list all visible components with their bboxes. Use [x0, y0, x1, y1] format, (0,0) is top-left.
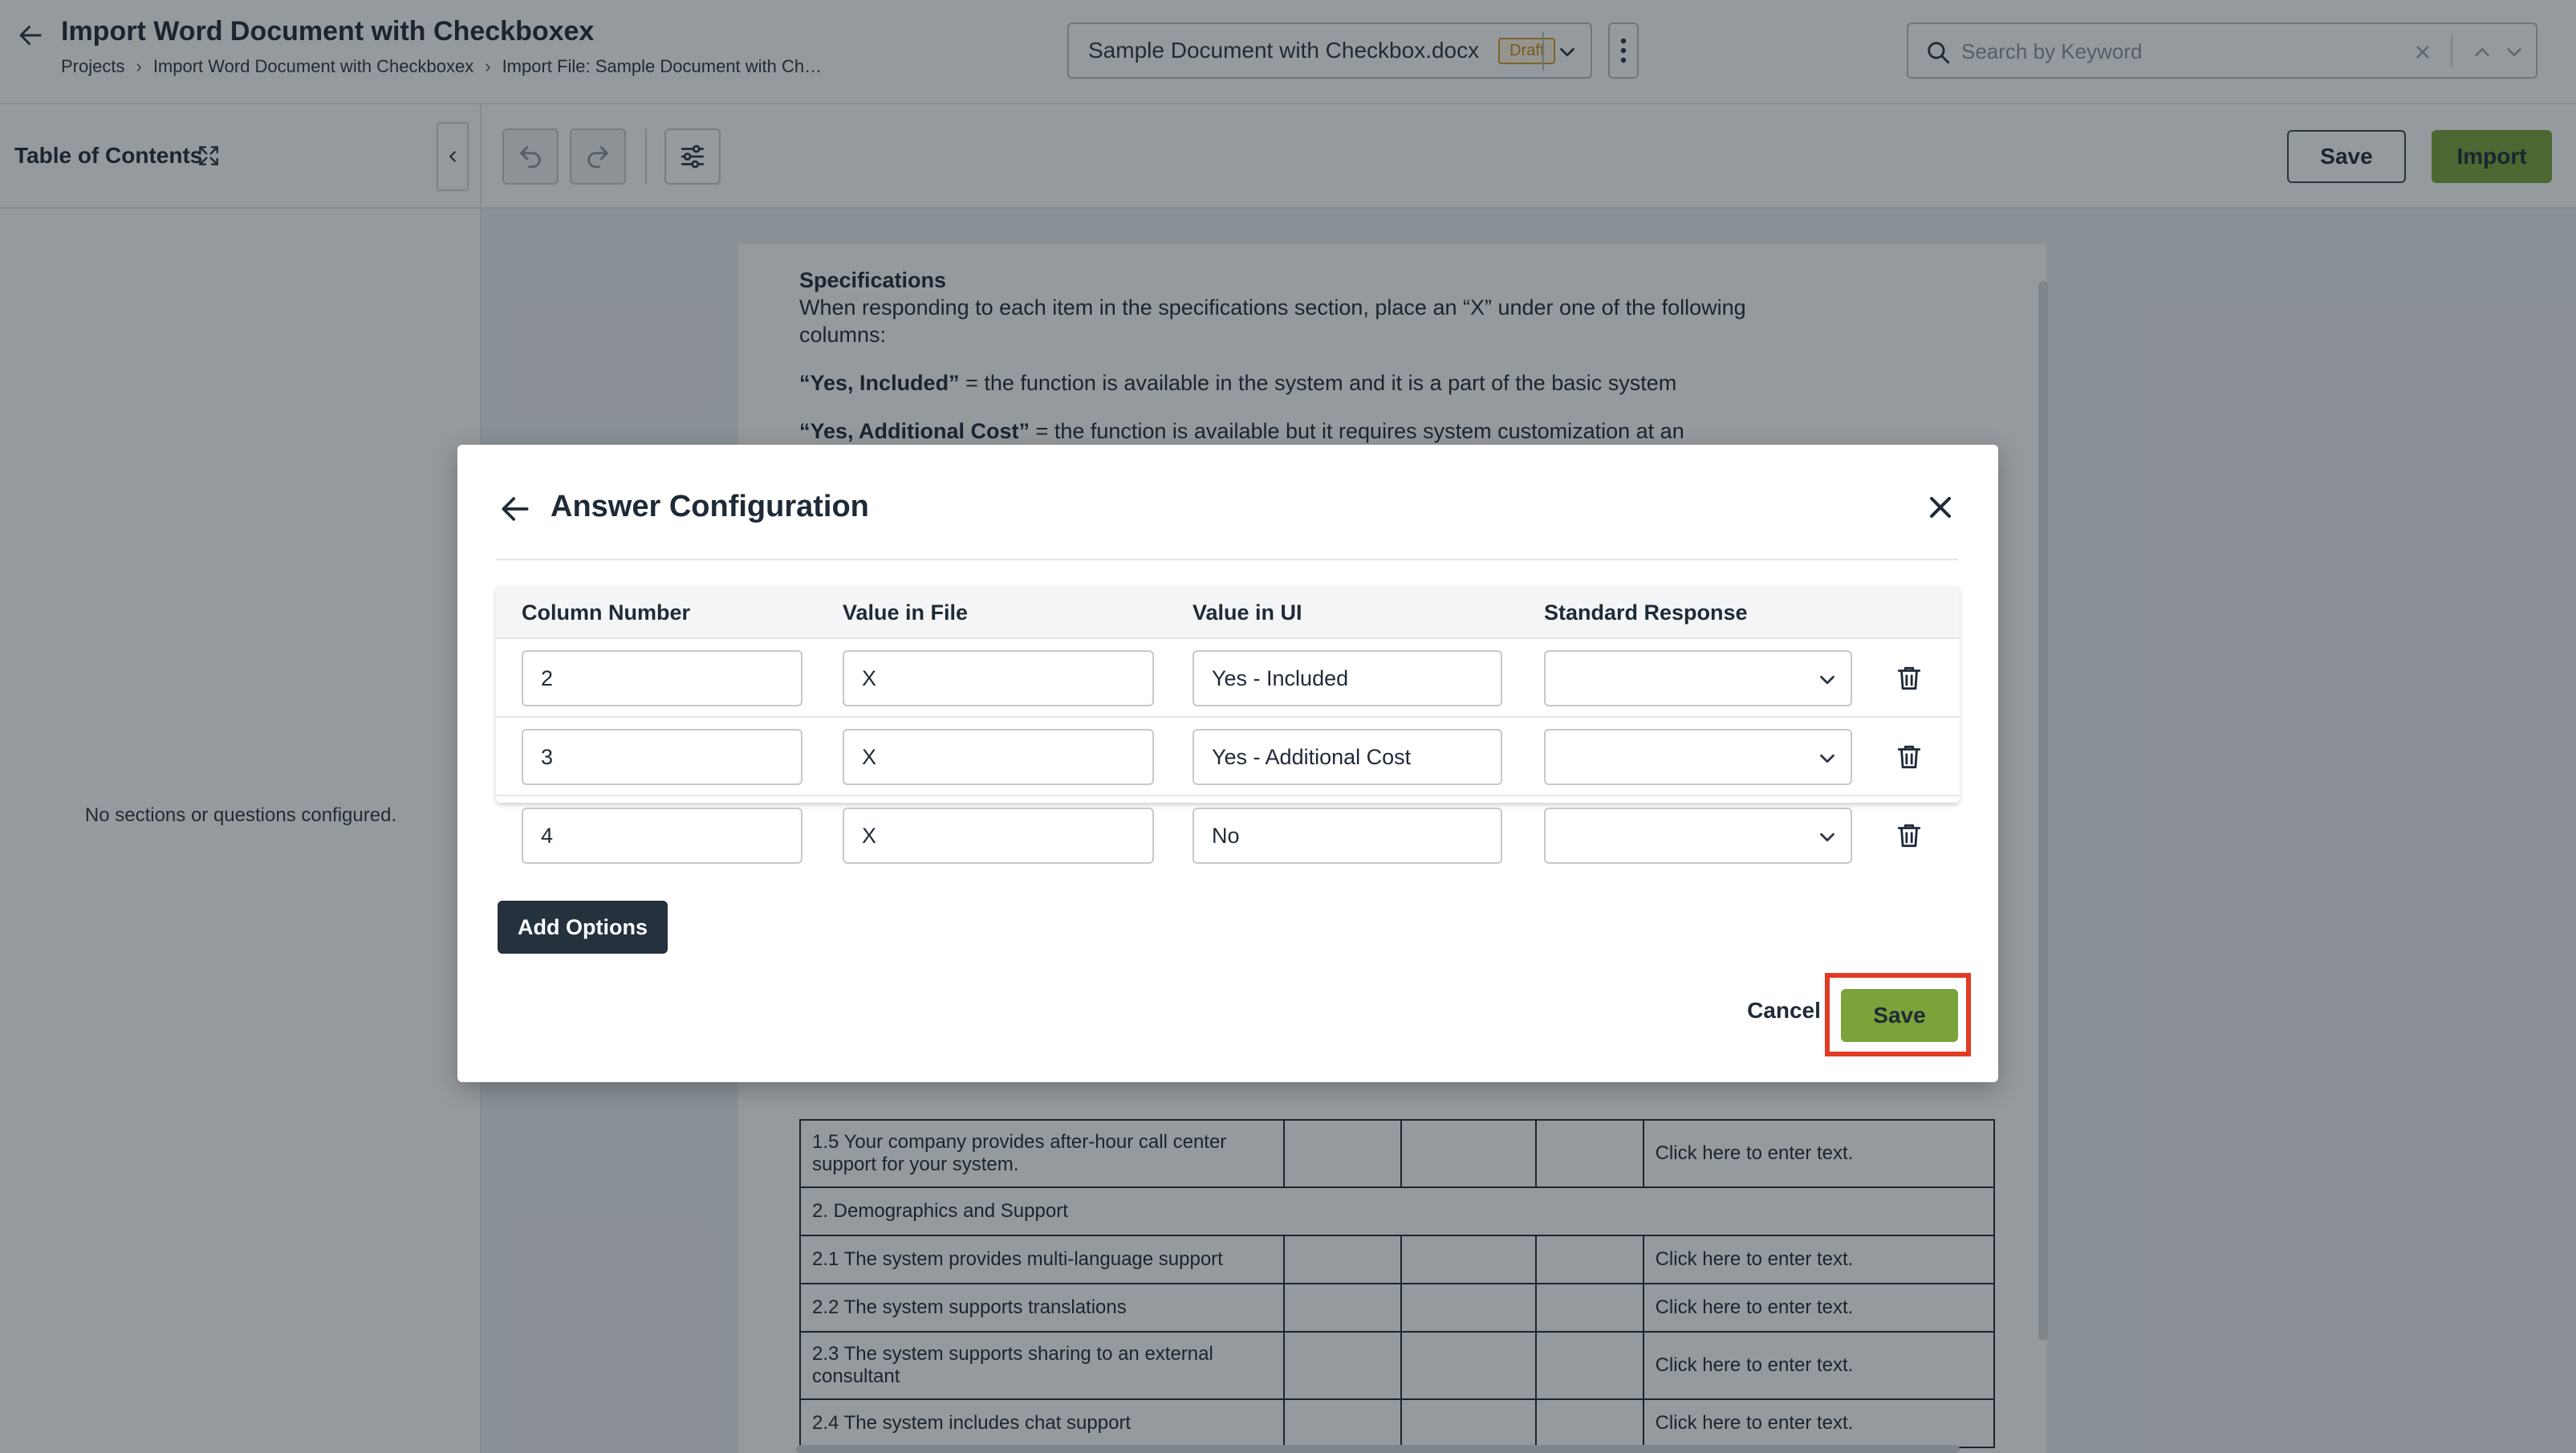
divider [496, 559, 1958, 560]
value-in-ui-input[interactable] [1193, 729, 1502, 785]
answer-configuration-dialog: Answer Configuration Column Number Value… [457, 445, 1998, 1082]
table-header: Column Number Value in File Value in UI … [496, 586, 1960, 639]
value-in-ui-input[interactable] [1193, 650, 1502, 706]
chevron-down-icon [1815, 825, 1839, 849]
column-header: Value in File [843, 600, 969, 625]
close-icon[interactable] [1923, 490, 1958, 525]
column-header: Standard Response [1544, 600, 1748, 625]
delete-row-icon[interactable] [1894, 820, 1924, 851]
column-number-input[interactable] [522, 650, 802, 706]
answer-config-table: Column Number Value in File Value in UI … [496, 586, 1960, 803]
delete-row-icon[interactable] [1894, 663, 1924, 694]
standard-response-select[interactable] [1544, 729, 1852, 785]
standard-response-select[interactable] [1544, 808, 1852, 864]
chevron-down-icon [1815, 747, 1839, 771]
value-in-file-input[interactable] [843, 808, 1154, 864]
add-options-button[interactable]: Add Options [498, 901, 668, 954]
column-number-input[interactable] [522, 808, 802, 864]
delete-row-icon[interactable] [1894, 742, 1924, 772]
column-number-input[interactable] [522, 729, 802, 785]
table-row [496, 796, 1960, 875]
column-header: Column Number [522, 600, 691, 625]
save-button[interactable]: Save [1841, 989, 1958, 1042]
value-in-ui-input[interactable] [1193, 808, 1502, 864]
table-row [496, 718, 1960, 796]
value-in-file-input[interactable] [843, 650, 1154, 706]
chevron-down-icon [1815, 668, 1839, 692]
dialog-title: Answer Configuration [551, 490, 869, 523]
standard-response-select[interactable] [1544, 650, 1852, 706]
back-arrow-icon[interactable] [498, 491, 533, 527]
column-header: Value in UI [1193, 600, 1302, 625]
value-in-file-input[interactable] [843, 729, 1154, 785]
table-row [496, 639, 1960, 718]
